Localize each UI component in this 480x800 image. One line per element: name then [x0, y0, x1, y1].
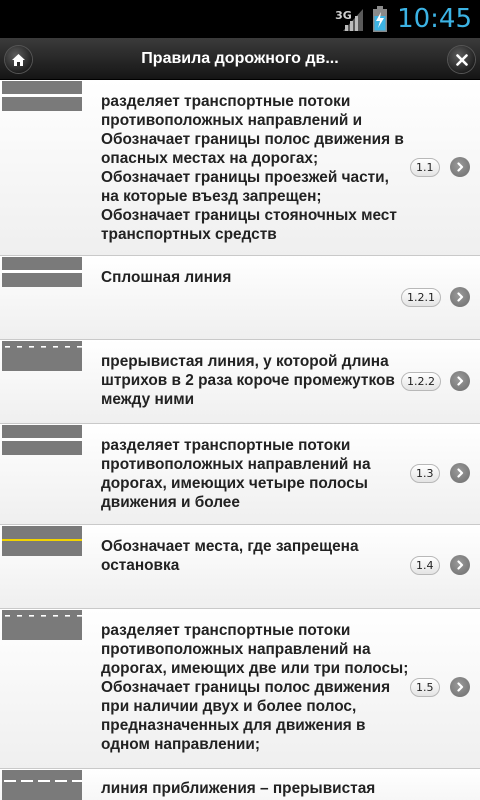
chevron-right-icon[interactable] [450, 677, 470, 697]
road-marking-image [2, 526, 82, 556]
description-line: опасных местах на дорогах; [101, 150, 319, 167]
page-title: Правила дорожного дв... [141, 50, 339, 67]
close-button[interactable] [448, 46, 475, 73]
clock: 10:45 [397, 4, 472, 34]
status-icons: 3G 10:45 [335, 0, 472, 38]
description-line: прерывистая линия, у которой длина [101, 353, 389, 370]
chevron-right-icon[interactable] [450, 555, 470, 575]
road-marking-image [2, 341, 82, 371]
list-item[interactable]: разделяет транспортные потоки противополо… [0, 424, 480, 525]
description-line: Обозначает границы проезжей части, [101, 169, 389, 186]
description-line: Обозначает места, где запрещена [101, 538, 359, 555]
description-line: противоположных направлений и [101, 112, 363, 129]
road-marking-image [2, 610, 82, 640]
description-line: между ними [101, 391, 195, 408]
description-line: предназначенных для движения в [101, 717, 366, 734]
description-line: разделяет транспортные потоки [101, 622, 351, 639]
description-line: остановка [101, 557, 180, 574]
description-line: штрихов в 2 раза короче промежутков [101, 372, 395, 389]
status-bar: 3G 10:45 [0, 0, 480, 38]
item-description: Обозначает места, где запрещена остановка [101, 537, 406, 575]
description-line: Обозначает границы полос движения в [101, 131, 404, 148]
description-line: противоположных направлений на [101, 456, 371, 473]
chevron-right-icon[interactable] [450, 371, 470, 391]
list-item[interactable]: Сплошная линия 1.2.1 [0, 256, 480, 340]
item-description: прерывистая линия, у которой длина штрихо… [101, 352, 406, 409]
item-description: разделяет транспортные потоки противополо… [101, 621, 409, 754]
description-line: движения и более [101, 494, 240, 511]
marking-code-badge: 1.1 [410, 158, 440, 177]
signal-icon: 3G [335, 7, 365, 31]
road-marking-image [2, 425, 82, 455]
description-line: Обозначает границы стояночных мест [101, 207, 397, 224]
description-line: дорогах, имеющих две или три полосы; [101, 660, 409, 677]
description-line: на которые въезд запрещен; [101, 188, 322, 205]
home-icon [12, 53, 25, 66]
road-marking-image [2, 257, 82, 287]
description-line: противоположных направлений на [101, 641, 371, 658]
road-marking-image [2, 770, 84, 800]
chevron-right-icon[interactable] [450, 463, 470, 483]
description-line: Сплошная линия [101, 269, 232, 286]
road-marking-image [2, 81, 82, 111]
marking-code-badge: 1.4 [410, 556, 440, 575]
list-item[interactable]: линия приближения – прерывистая [0, 769, 480, 800]
list-item[interactable]: разделяет транспортные потоки противополо… [0, 609, 480, 769]
marking-code-badge: 1.2.2 [401, 372, 441, 391]
home-button[interactable] [5, 46, 32, 73]
description-line: транспортных средств [101, 226, 277, 243]
description-line: разделяет транспортные потоки [101, 93, 351, 110]
description-line: разделяет транспортные потоки [101, 437, 351, 454]
description-line: линия приближения – прерывистая [101, 780, 376, 797]
item-description: линия приближения – прерывистая [101, 779, 406, 798]
marking-code-badge: 1.2.1 [401, 288, 441, 307]
chevron-right-icon[interactable] [450, 157, 470, 177]
description-line: одном направлении; [101, 736, 260, 753]
list-item[interactable]: прерывистая линия, у которой длина штрихо… [0, 340, 480, 424]
marking-code-badge: 1.3 [410, 464, 440, 483]
marking-code-badge: 1.5 [410, 678, 440, 697]
close-icon [455, 53, 468, 66]
list-item[interactable]: разделяет транспортные потоки противополо… [0, 80, 480, 256]
network-type-label: 3G [335, 9, 352, 22]
item-description: Сплошная линия [101, 268, 406, 287]
battery-charging-icon [373, 6, 388, 32]
description-line: дорогах, имеющих четыре полосы [101, 475, 368, 492]
item-description: разделяет транспортные потоки противополо… [101, 92, 406, 244]
app-header: Правила дорожного дв... [0, 38, 480, 80]
chevron-right-icon[interactable] [450, 287, 470, 307]
description-line: Обозначает границы полос движения [101, 679, 391, 696]
list-item[interactable]: Обозначает места, где запрещена остановка… [0, 525, 480, 609]
item-description: разделяет транспортные потоки противополо… [101, 436, 406, 512]
description-line: при наличии двух и более полос, [101, 698, 357, 715]
